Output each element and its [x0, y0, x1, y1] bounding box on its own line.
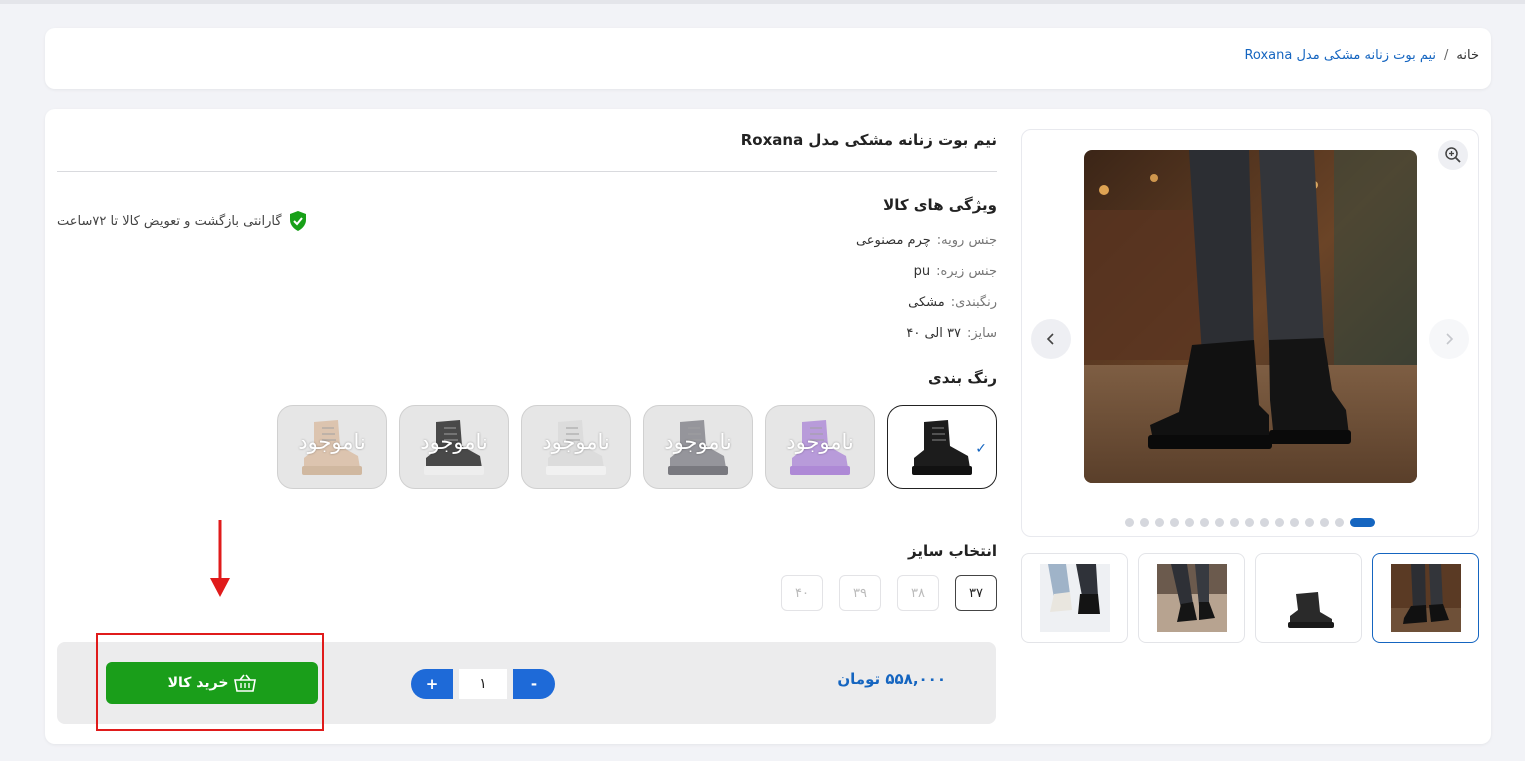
breadcrumb-home[interactable]: خانه [1456, 48, 1479, 63]
gallery-dot[interactable] [1275, 518, 1284, 527]
chevron-right-icon [1446, 333, 1454, 345]
gallery-dot[interactable] [1185, 518, 1194, 527]
quantity-value[interactable]: ۱ [459, 669, 507, 699]
color-swatch[interactable]: ناموجود [643, 405, 753, 489]
unavailable-label: ناموجود [420, 430, 488, 454]
size-heading: انتخاب سایز [908, 542, 997, 560]
breadcrumb: خانه / نیم بوت زنانه مشکی مدل Roxana [1244, 48, 1479, 63]
boots-photo-image [1084, 150, 1417, 483]
color-swatches: ناموجود ناموجود ناموجود ناموجود ناموجود [277, 405, 997, 489]
breadcrumb-card: خانه / نیم بوت زنانه مشکی مدل Roxana [45, 28, 1491, 89]
product-price: ۵۵۸,۰۰۰ تومان [837, 670, 946, 688]
annotation-highlight-box [96, 633, 324, 731]
thumbnail-strip [1021, 553, 1479, 643]
gallery-dot[interactable] [1230, 518, 1239, 527]
size-option-40[interactable]: ۴۰ [781, 575, 823, 611]
color-swatch[interactable]: ناموجود [521, 405, 631, 489]
gallery-dot[interactable] [1155, 518, 1164, 527]
warranty-notice: گارانتی بازگشت و تعویض کالا تا ۷۲ساعت [57, 210, 308, 232]
feature-value: ۳۷ الی ۴۰ [906, 326, 961, 341]
gallery-next-button[interactable] [1429, 319, 1469, 359]
thumbnail-image [1039, 564, 1110, 632]
main-product-photo[interactable] [1084, 150, 1417, 483]
color-heading: رنگ بندی [927, 369, 997, 387]
gallery-dot[interactable] [1260, 518, 1269, 527]
thumbnail-2[interactable] [1255, 553, 1362, 643]
size-option-38[interactable]: ۳۸ [897, 575, 939, 611]
warranty-text: گارانتی بازگشت و تعویض کالا تا ۷۲ساعت [57, 213, 282, 229]
chevron-left-icon [1046, 333, 1054, 345]
boot-swatch-image [912, 420, 972, 475]
feature-key: رنگبندی: [950, 295, 997, 310]
gallery-dot[interactable] [1215, 518, 1224, 527]
gallery-dot[interactable] [1290, 518, 1299, 527]
gallery-dot[interactable] [1305, 518, 1314, 527]
quantity-increase-button[interactable]: + [411, 669, 453, 699]
size-option-39[interactable]: ۳۹ [839, 575, 881, 611]
unavailable-label: ناموجود [786, 430, 854, 454]
top-bar [0, 0, 1525, 4]
size-options: ۳۷ ۳۸ ۳۹ ۴۰ [781, 575, 997, 611]
product-title: نیم بوت زنانه مشکی مدل Roxana [740, 131, 997, 149]
color-swatch[interactable]: ناموجود [277, 405, 387, 489]
feature-key: سایز: [966, 326, 997, 341]
gallery-prev-button[interactable] [1031, 319, 1071, 359]
feature-value: pu [913, 264, 931, 279]
feature-row: رنگبندی: مشکی [908, 295, 997, 310]
feature-row: جنس رویه: چرم مصنوعی [856, 233, 997, 248]
gallery-dot[interactable] [1200, 518, 1209, 527]
thumbnail-1[interactable] [1372, 553, 1479, 643]
breadcrumb-separator: / [1444, 48, 1449, 63]
features-heading: ویژگی های کالا [883, 196, 997, 214]
annotation-arrow-icon [210, 520, 230, 597]
gallery-pagination [1022, 518, 1478, 527]
gallery-dot[interactable] [1350, 518, 1375, 527]
product-gallery [1021, 129, 1479, 537]
thumbnail-3[interactable] [1138, 553, 1245, 643]
gallery-dot[interactable] [1245, 518, 1254, 527]
title-divider [57, 171, 997, 172]
thumbnail-image [1156, 564, 1227, 632]
zoom-button[interactable] [1438, 140, 1468, 170]
gallery-dot[interactable] [1125, 518, 1134, 527]
unavailable-label: ناموجود [542, 430, 610, 454]
unavailable-label: ناموجود [664, 430, 732, 454]
shield-check-icon [289, 211, 306, 231]
unavailable-label: ناموجود [298, 430, 366, 454]
gallery-dot[interactable] [1320, 518, 1329, 527]
feature-value: چرم مصنوعی [855, 233, 931, 248]
size-option-37[interactable]: ۳۷ [955, 575, 997, 611]
gallery-dot[interactable] [1335, 518, 1344, 527]
thumbnail-4[interactable] [1021, 553, 1128, 643]
gallery-dot[interactable] [1170, 518, 1179, 527]
color-swatch[interactable]: ناموجود [765, 405, 875, 489]
feature-key: جنس زیره: [936, 264, 997, 279]
breadcrumb-current[interactable]: نیم بوت زنانه مشکی مدل Roxana [1244, 48, 1436, 63]
selected-check-icon: ✓ [975, 441, 987, 457]
zoom-in-icon [1445, 147, 1461, 163]
thumbnail-image [1273, 564, 1344, 632]
quantity-decrease-button[interactable]: - [513, 669, 555, 699]
feature-key: جنس رویه: [936, 233, 997, 248]
gallery-dot[interactable] [1140, 518, 1149, 527]
thumbnail-image [1390, 564, 1461, 632]
color-swatch[interactable]: ناموجود [399, 405, 509, 489]
feature-value: مشکی [908, 295, 945, 310]
quantity-stepper: + ۱ - [411, 669, 555, 699]
feature-row: سایز: ۳۷ الی ۴۰ [906, 326, 997, 341]
feature-row: جنس زیره: pu [914, 264, 997, 279]
